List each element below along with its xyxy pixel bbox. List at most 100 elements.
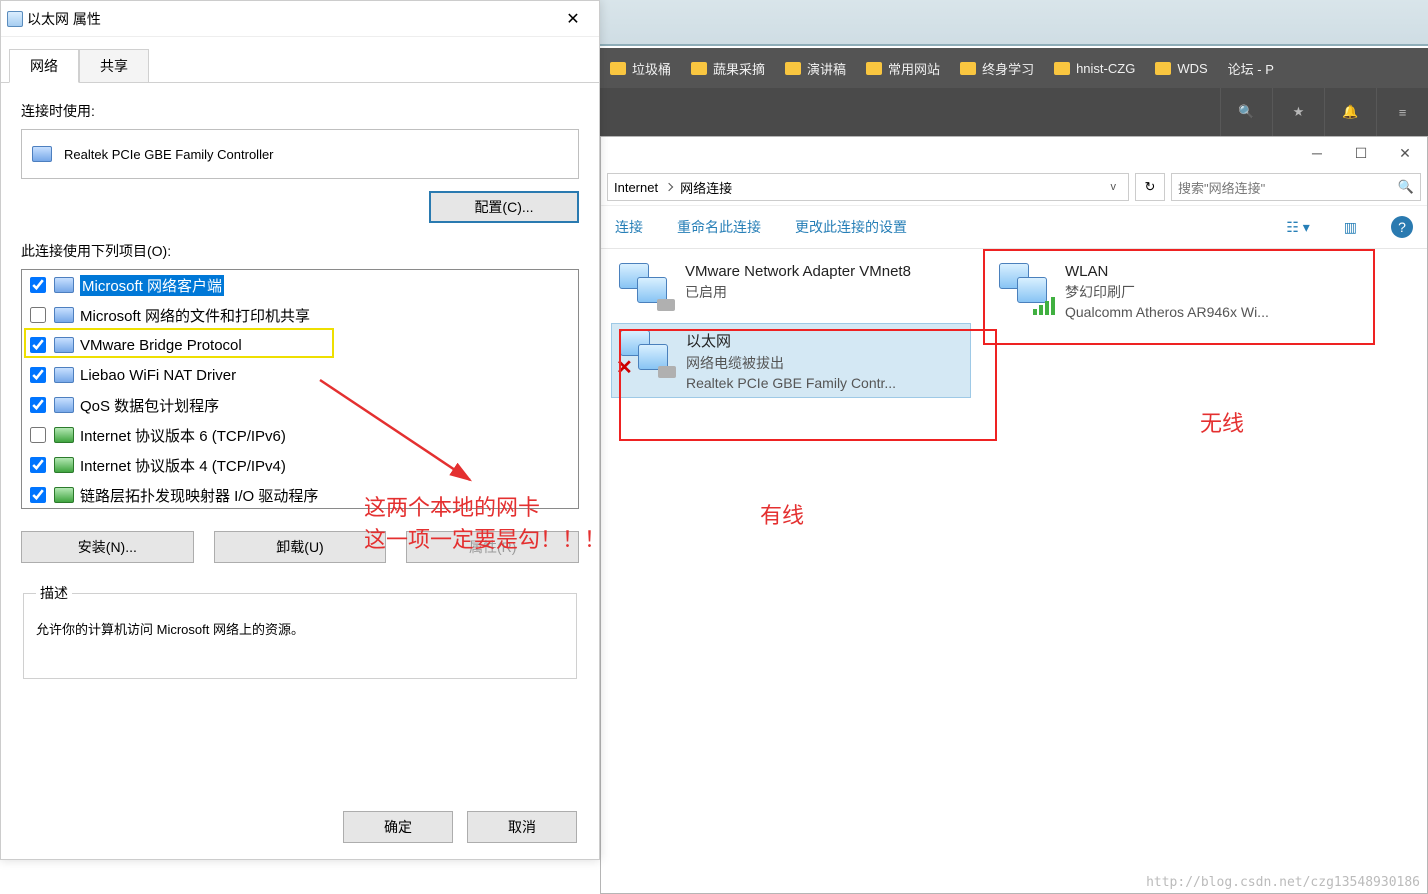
close-icon[interactable]: ✕ [553, 5, 593, 33]
tab-network[interactable]: 网络 [9, 49, 79, 83]
menu-icon[interactable]: ≡ [1376, 88, 1428, 136]
signal-bars-icon [1033, 297, 1055, 315]
component-icon [54, 277, 74, 293]
connect-using-label: 连接时使用: [21, 101, 579, 121]
connections-list: VMware Network Adapter VMnet8 已启用 ✕ 以太网 … [601, 249, 1427, 406]
description-legend: 描述 [36, 583, 72, 603]
dialog-title: 以太网 属性 [23, 9, 553, 29]
component-icon [54, 337, 74, 353]
item-checkbox[interactable] [30, 337, 46, 353]
item-checkbox[interactable] [30, 367, 46, 383]
network-adapter-icon [619, 263, 673, 311]
item-checkbox[interactable] [30, 487, 46, 503]
folder-icon [691, 62, 707, 75]
breadcrumb[interactable]: Internet 网络连接 v [607, 173, 1129, 201]
component-icon [54, 367, 74, 383]
command-bar: 连接 重命名此连接 更改此连接的设置 ☷ ▾ ▥ ? [601, 205, 1427, 249]
component-icon [54, 307, 74, 323]
cancel-button[interactable]: 取消 [467, 811, 577, 843]
cmd-change-settings[interactable]: 更改此连接的设置 [795, 217, 907, 237]
close-button[interactable]: ✕ [1383, 139, 1427, 167]
bookmark-bar: 垃圾桶 蔬果采摘 演讲稿 常用网站 终身学习 hnist-CZG WDS 论坛 … [600, 48, 1428, 88]
address-bar-row: Internet 网络连接 v ↻ 搜索"网络连接" 🔍 [601, 169, 1427, 205]
annotation-text: 有线 [760, 498, 804, 530]
list-item[interactable]: Liebao WiFi NAT Driver [22, 360, 574, 390]
breadcrumb-item[interactable]: Internet [614, 180, 658, 195]
minimize-button[interactable]: ─ [1295, 139, 1339, 167]
item-checkbox[interactable] [30, 457, 46, 473]
items-label: 此连接使用下列项目(O): [21, 241, 579, 261]
protocol-icon [54, 427, 74, 443]
maximize-button[interactable]: ☐ [1339, 139, 1383, 167]
search-input[interactable]: 搜索"网络连接" 🔍 [1171, 173, 1421, 201]
view-options-icon[interactable]: ☷ ▾ [1286, 219, 1309, 236]
adapter-icon [7, 11, 23, 27]
list-item[interactable]: Internet 协议版本 6 (TCP/IPv6) [22, 420, 574, 450]
bookmark-item[interactable]: 演讲稿 [775, 59, 856, 78]
search-icon[interactable]: 🔍 [1220, 88, 1272, 136]
search-icon: 🔍 [1398, 179, 1414, 195]
list-item[interactable]: Microsoft 网络的文件和打印机共享 [22, 300, 574, 330]
cmd-connect[interactable]: 连接 [615, 217, 643, 237]
folder-icon [960, 62, 976, 75]
item-checkbox[interactable] [30, 277, 46, 293]
ok-button[interactable]: 确定 [343, 811, 453, 843]
browser-titlebar [600, 0, 1428, 46]
bookmark-item[interactable]: hnist-CZG [1044, 61, 1145, 76]
network-adapter-icon: ✕ [620, 330, 674, 378]
list-item[interactable]: VMware Bridge Protocol [22, 330, 574, 360]
bookmark-item[interactable]: 垃圾桶 [600, 59, 681, 78]
protocol-icon [54, 457, 74, 473]
item-checkbox[interactable] [30, 307, 46, 323]
description-box: 描述 允许你的计算机访问 Microsoft 网络上的资源。 [23, 583, 577, 679]
bookmark-item[interactable]: WDS [1145, 61, 1217, 76]
disconnected-x-icon: ✕ [616, 355, 633, 380]
wireless-adapter-icon [999, 263, 1053, 311]
item-checkbox[interactable] [30, 427, 46, 443]
item-checkbox[interactable] [30, 397, 46, 413]
annotation-text: 这两个本地的网卡 [364, 490, 540, 522]
folder-icon [1054, 62, 1070, 75]
component-icon [54, 397, 74, 413]
bookmark-item[interactable]: 论坛 - P [1218, 59, 1284, 78]
bell-icon[interactable]: 🔔 [1324, 88, 1376, 136]
adapter-name-text: Realtek PCIe GBE Family Controller [64, 147, 274, 162]
bookmark-item[interactable]: 蔬果采摘 [681, 59, 775, 78]
preview-pane-icon[interactable]: ▥ [1344, 219, 1357, 236]
refresh-button[interactable]: ↻ [1135, 173, 1165, 201]
annotation-text: 这一项一定要是勾！！！ [364, 522, 606, 554]
watermark-text: http://blog.csdn.net/czg13548930186 [1146, 875, 1420, 890]
tab-strip: 网络 共享 [9, 49, 599, 83]
breadcrumb-item[interactable]: 网络连接 [680, 178, 732, 197]
connection-item-ethernet[interactable]: ✕ 以太网 网络电缆被拔出 Realtek PCIe GBE Family Co… [611, 323, 971, 398]
window-titlebar: ─ ☐ ✕ [601, 137, 1427, 169]
ethernet-properties-dialog: 以太网 属性 ✕ 网络 共享 连接时使用: Realtek PCIe GBE F… [0, 0, 600, 860]
list-item[interactable]: Microsoft 网络客户端 [22, 270, 574, 300]
connection-item-vmnet8[interactable]: VMware Network Adapter VMnet8 已启用 [611, 257, 971, 317]
list-item[interactable]: Internet 协议版本 4 (TCP/IPv4) [22, 450, 574, 480]
tab-panel-network: 连接时使用: Realtek PCIe GBE Family Controlle… [1, 82, 599, 689]
network-connections-window: ─ ☐ ✕ Internet 网络连接 v ↻ 搜索"网络连接" 🔍 连接 重命… [600, 136, 1428, 894]
help-icon[interactable]: ? [1391, 216, 1413, 238]
tab-sharing[interactable]: 共享 [79, 49, 149, 83]
nic-icon [32, 146, 52, 162]
bookmark-item[interactable]: 终身学习 [950, 59, 1044, 78]
list-item[interactable]: QoS 数据包计划程序 [22, 390, 574, 420]
browser-toolbar: 🔍 ★ 🔔 ≡ [600, 88, 1428, 136]
annotation-text: 无线 [1200, 406, 1244, 438]
configure-button[interactable]: 配置(C)... [429, 191, 579, 223]
cmd-rename[interactable]: 重命名此连接 [677, 217, 761, 237]
install-button[interactable]: 安装(N)... [21, 531, 194, 563]
description-text: 允许你的计算机访问 Microsoft 网络上的资源。 [36, 622, 304, 637]
chevron-down-icon[interactable]: v [1111, 181, 1117, 193]
chevron-right-icon [665, 183, 673, 191]
bookmark-item[interactable]: 常用网站 [856, 59, 950, 78]
uninstall-button[interactable]: 卸载(U) [214, 531, 387, 563]
folder-icon [1155, 62, 1171, 75]
dialog-titlebar[interactable]: 以太网 属性 ✕ [1, 1, 599, 37]
folder-icon [785, 62, 801, 75]
star-icon[interactable]: ★ [1272, 88, 1324, 136]
connection-item-wlan[interactable]: WLAN 梦幻印刷厂 Qualcomm Atheros AR946x Wi... [991, 257, 1351, 326]
folder-icon [610, 62, 626, 75]
network-items-list[interactable]: Microsoft 网络客户端 Microsoft 网络的文件和打印机共享 VM… [21, 269, 579, 509]
